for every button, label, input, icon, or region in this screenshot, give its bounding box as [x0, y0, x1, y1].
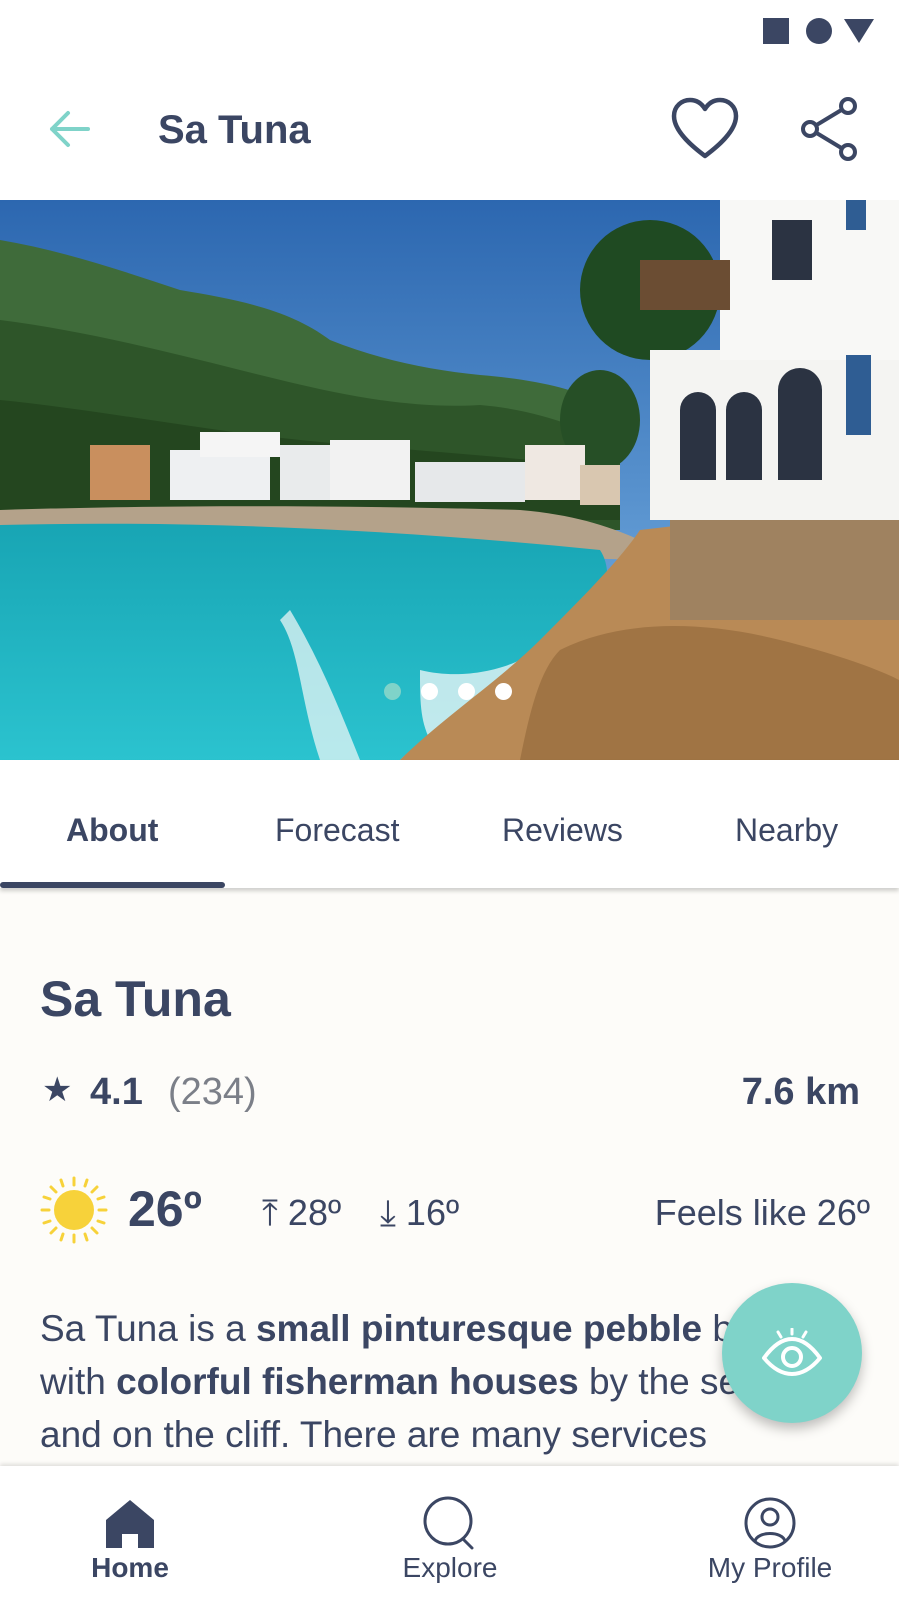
status-bar — [0, 0, 899, 60]
distance: 7.6 km — [741, 1071, 860, 1113]
low-temperature-value: 16º — [405, 1192, 460, 1233]
circle-icon — [806, 18, 832, 44]
carousel-dot[interactable] — [384, 683, 401, 700]
nav-explore[interactable]: Explore — [350, 1466, 550, 1599]
feels-like: Feels like 26º — [654, 1192, 870, 1233]
description-text: and on the cliff. There are many service… — [40, 1414, 708, 1455]
tab-reviews[interactable]: Reviews — [502, 812, 623, 849]
arrow-up-icon: ⤒ — [262, 1192, 288, 1233]
description-highlight: colorful fisherman houses — [116, 1361, 579, 1402]
tab-nearby[interactable]: Nearby — [735, 812, 838, 849]
arrow-down-icon: ⤓ — [380, 1192, 406, 1233]
star-icon: ★ — [42, 1071, 73, 1109]
rating-value: 4.1 — [90, 1071, 143, 1113]
bottom-navigation: Home Explore My Profile — [0, 1466, 899, 1599]
tab-bar: About Forecast Reviews Nearby — [0, 760, 899, 888]
app-header: Sa Tuna — [0, 60, 899, 200]
tab-about[interactable]: About — [66, 812, 158, 849]
high-temperature: ⤒ 28º — [262, 1192, 341, 1235]
tab-forecast[interactable]: Forecast — [275, 812, 399, 849]
nav-my-profile-label: My Profile — [707, 1552, 833, 1583]
active-tab-indicator — [0, 882, 225, 888]
search-icon — [423, 1496, 474, 1550]
review-count[interactable]: (234) — [168, 1071, 257, 1114]
nav-my-profile[interactable]: My Profile — [670, 1466, 870, 1599]
current-temperature: 26º — [128, 1181, 202, 1237]
back-arrow-icon[interactable] — [44, 104, 94, 154]
rating-row: ★ 4.1 (234) 7.6 km — [40, 1068, 860, 1118]
square-icon — [763, 18, 789, 44]
home-icon — [106, 1500, 154, 1548]
eye-icon — [762, 1328, 822, 1376]
heart-icon[interactable] — [670, 96, 740, 162]
high-temperature-value: 28º — [287, 1192, 342, 1233]
profile-icon — [744, 1497, 796, 1549]
page-title: Sa Tuna — [158, 108, 311, 152]
share-icon[interactable] — [796, 96, 862, 162]
carousel-dot[interactable] — [495, 683, 512, 700]
weather-row: 26º ⤒ 28º ⤓ 16º Feels like 26º — [40, 1170, 870, 1250]
view-fab-button[interactable] — [722, 1283, 862, 1423]
carousel-indicator — [384, 683, 512, 700]
nav-home-label: Home — [91, 1552, 169, 1583]
description-text: Sa Tuna is a — [40, 1308, 256, 1349]
nav-explore-label: Explore — [402, 1552, 498, 1583]
sun-icon — [40, 1176, 108, 1244]
triangle-icon — [844, 19, 874, 43]
low-temperature: ⤓ 16º — [380, 1192, 459, 1235]
place-title: Sa Tuna — [40, 971, 231, 1027]
nav-home[interactable]: Home — [30, 1466, 230, 1599]
description-highlight: small pinturesque pebble — [255, 1308, 703, 1349]
carousel-dot[interactable] — [458, 683, 475, 700]
hero-image[interactable] — [0, 200, 899, 760]
carousel-dot[interactable] — [421, 683, 438, 700]
description-text: with — [40, 1361, 117, 1402]
